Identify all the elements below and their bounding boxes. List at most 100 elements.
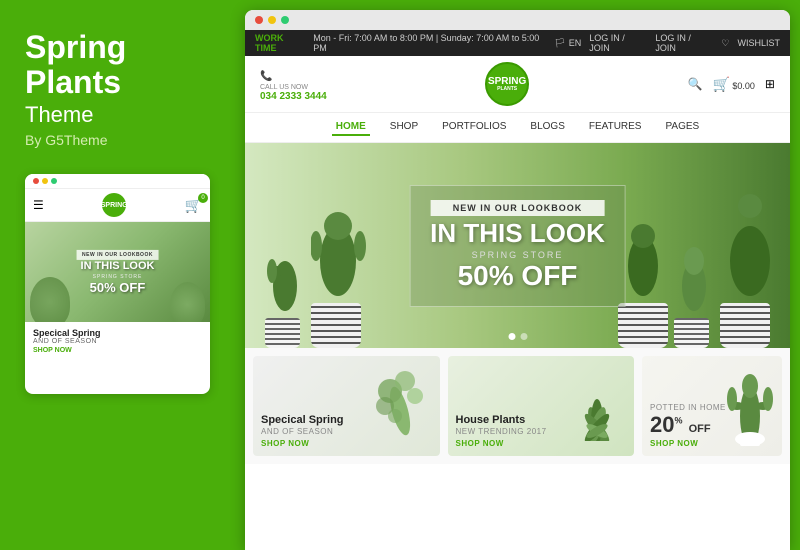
mobile-plant-right [170,282,205,322]
featured-card-3: POTTED IN HOME 20% OFF SHOP NOW [642,356,782,456]
featured-card-2: House Plants New Trending 2017 SHOP NOW [448,356,635,456]
mobile-mockup: ☰ SPRING 🛒 0 NEW IN OUR LOOKBOOK IN THIS… [25,174,210,394]
nav-pages[interactable]: PAGES [661,119,703,136]
theme-title: Spring Plants Theme By G5Theme [25,30,220,148]
mobile-menu-icon[interactable]: ☰ [33,198,44,212]
slider-dot-2[interactable] [520,333,527,340]
browser-mockup: WORK TIME Mon - Fri: 7:00 AM to 8:00 PM … [245,10,790,550]
cactus-right-3 [720,186,780,348]
mobile-plant-left [30,277,70,322]
nav-portfolios[interactable]: PORTFOLIOS [438,119,510,136]
cart-icon[interactable]: 🛒 $0.00 [712,76,754,93]
mobile-cart[interactable]: 🛒 0 [185,197,202,214]
cactus-large-left [311,196,366,348]
mobile-hero-off: 50% OFF [76,279,159,294]
card1-plant [365,361,435,436]
login-text[interactable]: LOG IN / JOIN [655,33,713,53]
browser-dot-yellow[interactable] [268,16,276,24]
tall-cactus-svg [722,361,777,446]
phone-label: CALL US NOW 034 2333 3444 [260,84,327,102]
agave-svg [559,356,634,441]
pot-small [265,318,300,348]
logo-circle: SPRING PLANTS [485,62,529,106]
hero-badge: NEW IN OUR LOOKBOOK [430,200,605,216]
card3-plant [722,361,777,446]
cactus-svg-2 [311,196,366,296]
hero-off-suffix: % OFF [489,260,578,291]
mobile-hero-overlay: NEW IN OUR LOOKBOOK IN THIS LOOK SPRING … [76,250,159,294]
mobile-logo-text: SPRING [101,202,128,209]
mobile-hero-title: IN THIS LOOK [76,260,159,273]
theme-title-text: Spring Plants [25,30,220,100]
work-hours: Mon - Fri: 7:00 AM to 8:00 PM | Sunday: … [313,33,554,53]
cactus-right-2 [674,236,714,348]
mobile-dot-red [33,178,39,184]
nav-blogs[interactable]: BLOGS [526,119,568,136]
pot-large [311,303,361,348]
search-icon[interactable]: 🔍 [687,77,702,91]
hero-store-text: SPRING STORE [430,250,605,260]
wishlist-icon: ♡ [721,38,729,49]
card2-plant [559,356,634,441]
work-time-label: WORK TIME [255,33,307,53]
hero-off-text: 50% OFF [430,260,605,292]
percent-number: 20 [650,412,674,437]
theme-subtitle: Theme [25,102,220,128]
mobile-nav-bar: ☰ SPRING 🛒 0 [25,189,210,222]
card1-shop-link[interactable]: SHOP NOW [261,439,432,448]
mobile-logo: SPRING [102,193,126,217]
mobile-window-controls [33,178,57,184]
phone-number: 034 2333 3444 [260,91,327,102]
pot-right-large [720,303,770,348]
pot-right [618,303,668,348]
mobile-dots-bar [25,174,210,189]
hero-main-title: IN THIS LOOK [430,220,605,246]
cart-amount: $0.00 [732,81,755,91]
cart-symbol: 🛒 [712,76,729,92]
mobile-cart-badge: 0 [198,193,208,203]
mobile-hero: NEW IN OUR LOOKBOOK IN THIS LOOK SPRING … [25,222,210,322]
browser-dot-green[interactable] [281,16,289,24]
featured-section: Specical Spring AND OF SEASON SHOP NOW [245,348,790,464]
wishlist-button[interactable]: WISHLIST [737,38,780,48]
cactus-svg-4 [674,236,714,311]
mobile-product-info: Specical Spring AND OF SEASON SHOP NOW [25,322,210,360]
flag-icon: 🏳 [554,38,565,49]
mobile-product-title: Specical Spring [33,328,202,338]
nav-shop[interactable]: SHOP [386,119,422,136]
pot-right-small [674,318,709,348]
featured-card-1: Specical Spring AND OF SEASON SHOP NOW [253,356,440,456]
mobile-shop-now-link[interactable]: SHOP NOW [33,347,202,354]
language-code: EN [569,38,582,48]
login-button[interactable]: LOG IN / JOIN [589,33,647,53]
browser-titlebar [245,10,790,30]
phone-section: 📞 CALL US NOW 034 2333 3444 [260,66,327,102]
website-content: WORK TIME Mon - Fri: 7:00 AM to 8:00 PM … [245,30,790,550]
nav-home[interactable]: HOME [332,119,370,136]
slider-pagination [508,333,527,340]
mobile-hero-badge: NEW IN OUR LOOKBOOK [76,250,159,260]
main-navigation: HOME SHOP PORTFOLIOS BLOGS FEATURES PAGE… [245,113,790,143]
cactus-svg-1 [265,231,305,311]
cactus-svg-5 [720,186,780,296]
browser-dot-red[interactable] [255,16,263,24]
logo-line2: PLANTS [497,87,517,92]
top-bar-left: WORK TIME Mon - Fri: 7:00 AM to 8:00 PM … [255,33,554,53]
nav-features[interactable]: FEATURES [585,119,646,136]
slider-dot-1[interactable] [508,333,515,340]
hero-slider: NEW IN OUR LOOKBOOK IN THIS LOOK SPRING … [245,143,790,348]
language-selector[interactable]: 🏳 EN [554,38,581,49]
mobile-dot-green [51,178,57,184]
mobile-dot-yellow [42,178,48,184]
eucalyptus-svg [365,361,435,436]
off-text: OFF [689,423,711,435]
percent-sign: % [674,416,682,426]
left-panel: Spring Plants Theme By G5Theme ☰ SPRING … [0,0,245,550]
logo-line1: SPRING [488,77,526,87]
site-logo[interactable]: SPRING PLANTS [485,62,529,106]
header-actions: 🔍 🛒 $0.00 ⊞ [687,76,775,93]
hero-off-number: 50 [458,260,489,291]
main-header: 📞 CALL US NOW 034 2333 3444 SPRING PLANT… [245,56,790,113]
sidebar-toggle-icon[interactable]: ⊞ [765,77,775,91]
mobile-logo-area: SPRING [102,193,126,217]
